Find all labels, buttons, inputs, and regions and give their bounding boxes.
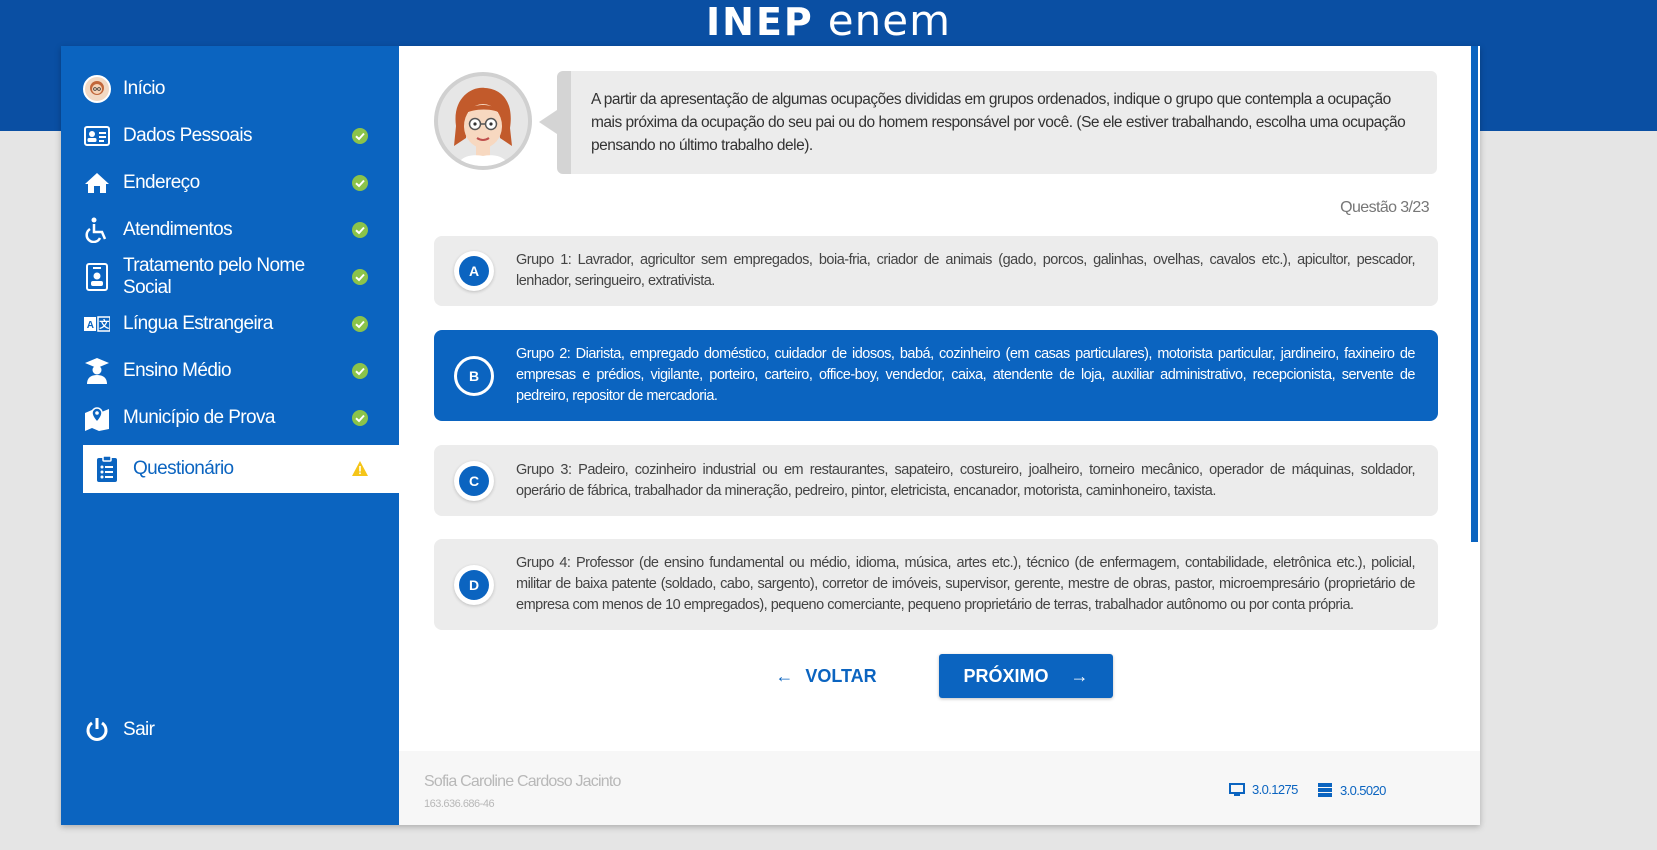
option-letter-badge: B [454, 355, 494, 396]
graduate-icon [83, 357, 111, 385]
option-b[interactable]: B Grupo 2: Diarista, empregado doméstico… [434, 330, 1438, 421]
svg-text:文: 文 [99, 318, 110, 331]
assistant-avatar [434, 72, 532, 170]
sidebar-item-label: Endereço [123, 172, 200, 193]
logout-button[interactable]: Sair [83, 706, 399, 754]
client-version: 3.0.1275 [1229, 782, 1298, 797]
inep-logo: INEP [706, 0, 814, 44]
main-card: Início Dados Pessoais Endereço Atendimen… [61, 46, 1480, 825]
sidebar-item-inicio[interactable]: Início [83, 65, 399, 113]
footer: Sofia Caroline Cardoso Jacinto 163.636.6… [399, 751, 1480, 825]
sidebar-item-label: Ensino Médio [123, 360, 232, 381]
next-button-label: PRÓXIMO [963, 665, 1049, 686]
sidebar-item-label: Município de Prova [123, 407, 275, 428]
option-text: Grupo 2: Diarista, empregado doméstico, … [516, 346, 1416, 404]
sidebar: Início Dados Pessoais Endereço Atendimen… [61, 46, 399, 825]
sidebar-item-municipio-de-prova[interactable]: Município de Prova [83, 394, 399, 442]
logout-label: Sair [123, 719, 155, 740]
question-panel: A partir da apresentação de algumas ocup… [399, 46, 1480, 751]
server-icon [1318, 783, 1332, 797]
user-avatar-icon [83, 75, 111, 103]
sidebar-item-atendimentos[interactable]: Atendimentos [83, 206, 399, 254]
option-letter-badge: C [454, 460, 494, 501]
home-icon [83, 169, 111, 197]
back-button[interactable]: ← VOLTAR [771, 658, 881, 694]
question-counter: Questão 3/23 [1340, 199, 1429, 216]
arrow-left-icon: ← [775, 665, 794, 686]
sidebar-item-nome-social[interactable]: Tratamento pelo Nome Social [83, 253, 399, 301]
sidebar-item-dados-pessoais[interactable]: Dados Pessoais [83, 112, 399, 160]
warning-icon [352, 461, 368, 476]
sidebar-item-label: Questionário [133, 458, 234, 479]
sidebar-item-endereco[interactable]: Endereço [83, 159, 399, 207]
logo: INEP enem [0, 0, 1657, 45]
sidebar-item-label: Início [123, 78, 165, 99]
sidebar-item-label: Dados Pessoais [123, 125, 253, 146]
question-text: A partir da apresentação de algumas ocup… [557, 71, 1437, 174]
enem-logo: enem [827, 0, 951, 45]
check-icon [352, 269, 368, 285]
check-icon [352, 363, 368, 379]
sidebar-item-ensino-medio[interactable]: Ensino Médio [83, 347, 399, 395]
clipboard-icon [93, 455, 121, 483]
sidebar-item-label: Língua Estrangeira [123, 313, 273, 334]
check-icon [352, 316, 368, 332]
translate-icon: A文 [83, 310, 111, 338]
user-cpf: 163.636.686-46 [424, 798, 495, 810]
sidebar-item-label: Atendimentos [123, 219, 233, 240]
id-card-icon [83, 122, 111, 150]
map-pin-icon [83, 404, 111, 432]
check-icon [352, 222, 368, 238]
sidebar-item-questionario[interactable]: Questionário [83, 445, 399, 493]
option-letter-badge: A [454, 251, 494, 291]
option-c[interactable]: C Grupo 3: Padeiro, cozinheiro industria… [434, 445, 1438, 516]
scrollbar[interactable] [1471, 46, 1478, 542]
user-name: Sofia Caroline Cardoso Jacinto [424, 773, 621, 790]
monitor-icon [1229, 782, 1245, 796]
option-a[interactable]: A Grupo 1: Lavrador, agricultor sem empr… [434, 236, 1438, 306]
badge-icon [83, 263, 111, 291]
option-text: Grupo 1: Lavrador, agricultor sem empreg… [516, 252, 1416, 289]
sidebar-item-lingua-estrangeira[interactable]: A文 Língua Estrangeira [83, 300, 399, 348]
next-button[interactable]: PRÓXIMO → [939, 654, 1113, 698]
back-button-label: VOLTAR [805, 665, 877, 686]
check-icon [352, 410, 368, 426]
option-text: Grupo 4: Professor (de ensino fundamenta… [516, 555, 1416, 613]
power-icon [83, 716, 111, 744]
check-icon [352, 128, 368, 144]
wheelchair-icon [83, 216, 111, 244]
option-text: Grupo 3: Padeiro, cozinheiro industrial … [516, 461, 1416, 499]
server-version: 3.0.5020 [1317, 782, 1386, 798]
check-icon [352, 175, 368, 191]
svg-text:A: A [87, 320, 94, 331]
option-d[interactable]: D Grupo 4: Professor (de ensino fundamen… [434, 539, 1438, 630]
sidebar-item-label: Tratamento pelo Nome Social [123, 255, 305, 298]
speech-bubble-tail [539, 110, 557, 134]
arrow-right-icon: → [1070, 665, 1089, 686]
option-letter-badge: D [454, 564, 494, 605]
